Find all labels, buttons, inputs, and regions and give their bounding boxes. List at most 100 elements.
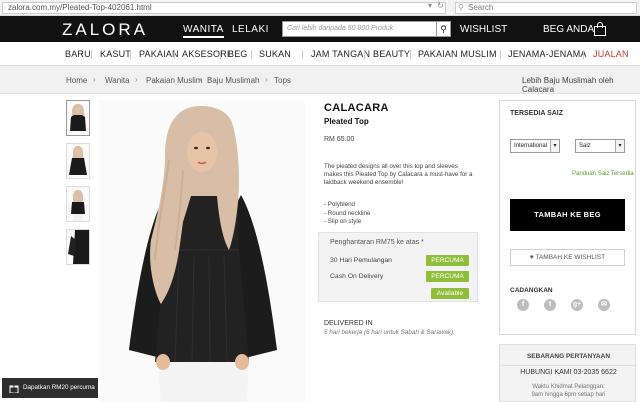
category-pakaian[interactable]: PAKAIAN [139,49,179,59]
search-input[interactable]: Cari lebih daripada 50 000 Produk [282,21,437,37]
chevron-right-icon: › [265,75,268,84]
contact-title: SEBARANG PERTANYAAN [526,353,611,360]
category-aksesori[interactable]: AKSESORI [182,49,230,59]
product-thumbnail[interactable] [66,229,90,265]
category-navigation: BARU KASUT PAKAIAN AKSESORI BEG SUKAN JA… [0,42,640,66]
contact-panel: SEBARANG PERTANYAAN HUBUNGI KAMI 03-2035… [499,344,637,402]
shipping-row-label: 30 Hari Pemulangan [330,257,392,264]
browser-search-input[interactable]: ⚲ Search [455,2,637,14]
breadcrumb-tops[interactable]: Tops [274,76,291,85]
category-jualan[interactable]: JUALAN [593,49,629,59]
search-icon: ⚲ [440,24,447,34]
shipping-row-label: Cash On Delivery [330,273,384,280]
delivery-title: DELIVERED IN [324,320,373,327]
divider [220,50,221,59]
search-button[interactable]: ⚲ [437,21,451,37]
chevron-down-icon: ▾ [550,140,559,152]
category-kasut[interactable]: KASUT [100,49,131,59]
contact-hours-line: Waktu Khidmat Pelanggan: [532,384,605,390]
category-beg[interactable]: BEG [228,49,248,59]
dropdown-icon[interactable]: ▾ [428,1,432,10]
size-select[interactable]: Saiz ▾ [575,139,625,153]
zalora-logo[interactable]: ZALORA [62,20,148,40]
shipping-info-box: Penghantaran RM75 ke atas * 30 Hari Pemu… [318,232,478,302]
add-to-wishlist-button[interactable]: ♥ TAMBAH KE WISHLIST [510,249,625,266]
size-title: TERSEDIA SAIZ [510,110,564,117]
browser-search-placeholder: Search [468,3,494,12]
divider [251,50,252,59]
category-pakaian-muslim[interactable]: PAKAIAN MUSLIM [418,49,497,59]
address-bar[interactable]: zalora.com.my/Pleated-Top-402061.html [2,2,446,14]
divider [410,50,411,59]
divider [91,50,92,59]
category-sukan[interactable]: SUKAN [259,49,291,59]
product-description: The pleated designs all over this top an… [324,163,473,186]
category-baru[interactable]: BARU [65,49,91,59]
breadcrumb: Home › Wanita › Pakaian Muslim › Baju Mu… [0,66,640,94]
feature-item: - Round neckline [324,209,371,217]
product-thumbnail[interactable] [66,143,90,179]
contact-hours: Waktu Khidmat Pelanggan: 9am hingga 6pm … [500,383,637,399]
divider [583,50,584,59]
facebook-icon[interactable]: f [517,299,529,311]
twitter-icon[interactable]: t [544,299,556,311]
purchase-panel: TERSEDIA SAIZ International ▾ Saiz ▾ Pan… [499,100,636,335]
promo-popup[interactable]: Dapatkan RM20 percuma [2,378,98,398]
share-title: CADANGKAN [510,287,553,294]
nav-wanita[interactable]: WANITA [183,24,224,38]
bag-link[interactable]: BEG ANDA [543,24,594,35]
breadcrumb-baju-muslimah[interactable]: Baju Muslimah [207,76,259,85]
divider [500,50,501,59]
breadcrumb-wanita[interactable]: Wanita [105,76,130,85]
add-to-bag-button[interactable]: TAMBAH KE BEG [510,199,625,231]
product-thumbnail[interactable] [66,186,90,222]
feature-item: - Slip on style [324,218,362,226]
reload-icon[interactable]: ↻ [437,1,444,10]
free-returns-badge: PERCUMA [426,255,469,266]
top-navigation: ZALORA WANITA LELAKI Cari lebih daripada… [0,16,640,42]
shopping-bag-icon[interactable] [592,22,608,36]
product-name: Pleated Top [324,117,369,126]
product-thumbnail[interactable] [66,100,90,136]
chevron-right-icon: › [199,75,202,84]
model-photo [99,100,305,402]
google-plus-icon[interactable]: g+ [571,299,583,311]
email-icon[interactable]: ✉ [598,299,610,311]
product-main-image[interactable] [99,100,305,402]
product-price: RM 65.00 [324,136,355,143]
size-system-select[interactable]: International ▾ [510,139,560,153]
delivery-text: 5 hari bekerja (6 hari untuk Sabah & Sar… [324,329,455,336]
divider [302,50,303,59]
availability-badge: Available [431,288,469,299]
nav-lelaki[interactable]: LELAKI [232,24,269,35]
product-features: - Polyblend - Round neckline - Slip on s… [324,201,370,227]
chevron-right-icon: › [93,75,96,84]
breadcrumb-home[interactable]: Home [66,76,87,85]
contact-phone[interactable]: HUBUNGI KAMI 03-2035 6622 [500,369,637,376]
divider [500,365,637,366]
divider [130,50,131,59]
category-jenama-jenama[interactable]: JENAMA-JENAMA [508,49,587,59]
promo-text: Dapatkan RM20 percuma [23,384,95,391]
gift-icon [9,385,19,393]
divider [174,50,175,59]
wishlist-link[interactable]: WISHLIST [460,24,507,35]
shipping-title: Penghantaran RM75 ke atas * [330,239,424,246]
contact-hours-line: 9am hingga 6pm setiap hari [531,392,606,398]
search-icon: ⚲ [458,3,464,12]
breadcrumb-pakaian-muslim[interactable]: Pakaian Muslim [146,76,202,85]
divider [364,50,365,59]
category-jam-tangan[interactable]: JAM TANGAN [311,49,370,59]
chevron-down-icon: ▾ [615,140,624,152]
size-system-value: International [514,143,548,149]
heart-icon: ♥ [529,254,534,261]
size-value: Saiz [579,143,591,149]
chevron-right-icon: › [135,75,138,84]
more-by-brand-link[interactable]: Lebih Baju Muslimah oleh Calacara [522,76,640,94]
product-brand[interactable]: CALACARA [324,102,389,114]
size-guide-link[interactable]: Panduan Saiz Tersedia [572,171,634,177]
add-to-wishlist-label: TAMBAH KE WISHLIST [535,254,606,261]
browser-toolbar: zalora.com.my/Pleated-Top-402061.html ▾ … [0,0,640,16]
category-beauty[interactable]: BEAUTY [373,49,410,59]
feature-item: - Polyblend [324,201,355,208]
